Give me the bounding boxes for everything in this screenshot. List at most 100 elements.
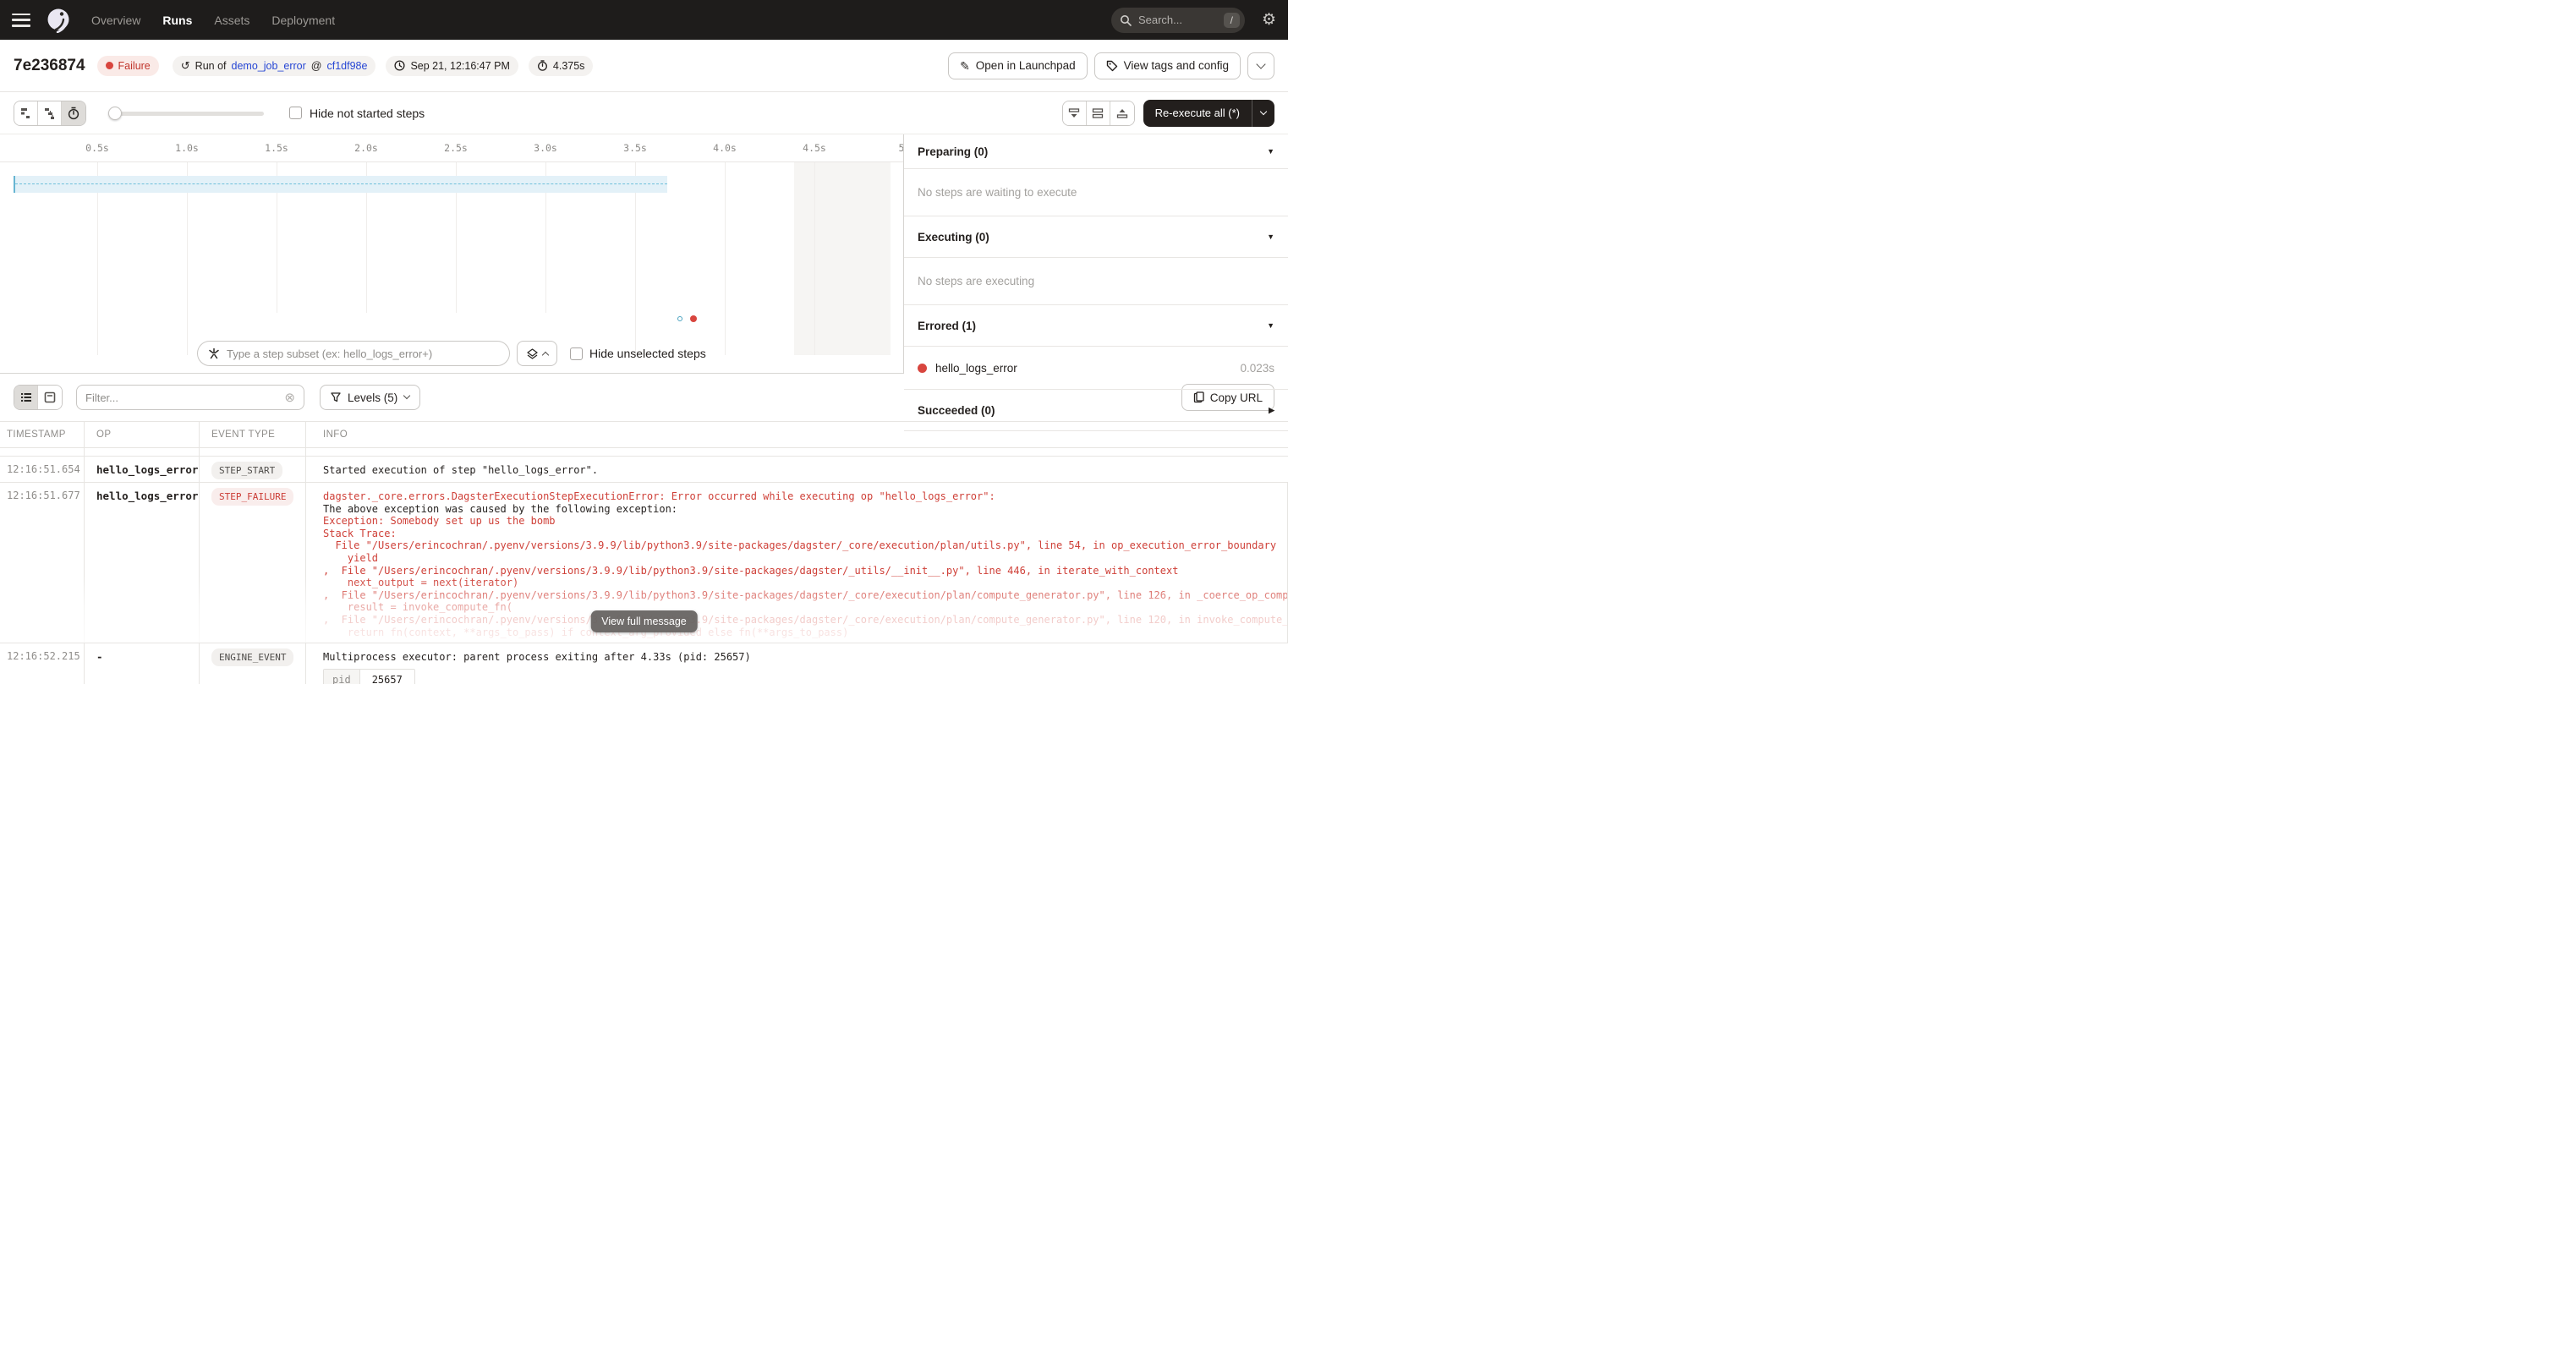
log-op: hello_logs_error: [85, 483, 200, 643]
panel-section-errored[interactable]: Errored (1)▼: [904, 305, 1288, 347]
collapse-down-icon: [1067, 107, 1081, 120]
gantt-toolbar: Hide not started steps Re-execute all (*…: [0, 92, 1288, 134]
log-timestamp: 12:16:52.215: [0, 643, 85, 684]
metadata-value: 25657: [360, 670, 414, 684]
dagster-logo-icon[interactable]: [46, 8, 71, 33]
split-panels-button[interactable]: [1087, 101, 1110, 125]
hide-not-started-checkbox[interactable]: Hide not started steps: [289, 107, 425, 120]
gantt-chart[interactable]: 0.5s 1.0s 1.5s 2.0s 2.5s 3.0s 3.5s 4.0s …: [0, 134, 903, 374]
collapse-panel-button[interactable]: [1063, 101, 1087, 125]
errored-dot-icon: [918, 364, 927, 373]
col-header-info: INFO: [306, 422, 1288, 447]
view-tags-config-button[interactable]: View tags and config: [1094, 52, 1241, 79]
graph-query-toggle-button[interactable]: [517, 341, 557, 366]
levels-dropdown-button[interactable]: Levels (5): [320, 385, 420, 410]
log-structured-view-button[interactable]: [38, 386, 62, 409]
run-actions-dropdown-button[interactable]: [1247, 52, 1274, 79]
panel-executing-message: No steps are executing: [904, 258, 1288, 305]
gantt-overflow-band: [794, 162, 891, 355]
log-timestamp: 12:16:51.677: [0, 483, 85, 643]
errored-step-row[interactable]: hello_logs_error 0.023s: [904, 347, 1288, 390]
step-subset-input[interactable]: [227, 347, 499, 360]
event-metadata-table: pid 25657: [323, 669, 415, 684]
log-timestamp: 12:16:51.654: [0, 457, 85, 483]
expand-panel-button[interactable]: [1110, 101, 1134, 125]
event-type-badge: STEP_START: [211, 462, 282, 479]
gear-icon[interactable]: ⚙: [1262, 12, 1276, 28]
gantt-marker-open-circle[interactable]: [677, 316, 682, 321]
status-dot-icon: [106, 62, 113, 69]
log-row-step-start[interactable]: 12:16:51.654 hello_logs_error STEP_START…: [0, 457, 1288, 483]
gantt-step-bar[interactable]: [14, 176, 667, 193]
reexecute-dropdown-button[interactable]: [1252, 100, 1274, 127]
chevron-up-icon: [541, 352, 548, 358]
view-full-message-button[interactable]: View full message: [590, 610, 698, 632]
axis-tick: 1.0s: [175, 142, 199, 154]
search-shortcut-badge: /: [1224, 13, 1240, 28]
panel-section-preparing[interactable]: Preparing (0)▼: [904, 134, 1288, 169]
log-filter-input[interactable]: [85, 391, 284, 404]
run-start-time-pill: Sep 21, 12:16:47 PM: [386, 56, 518, 76]
gantt-footer: Hide unselected steps: [0, 341, 903, 374]
slider-track: [113, 112, 264, 116]
log-filter-box[interactable]: ⊗: [76, 385, 304, 410]
nav-item-overview[interactable]: Overview: [91, 14, 140, 27]
clear-filter-icon[interactable]: ⊗: [284, 390, 295, 405]
stopwatch-icon: [537, 60, 548, 71]
col-header-timestamp: TIMESTAMP: [0, 422, 85, 447]
open-in-launchpad-button[interactable]: ✎ Open in Launchpad: [948, 52, 1088, 79]
nav-item-assets[interactable]: Assets: [214, 14, 249, 27]
slider-knob[interactable]: [108, 107, 122, 120]
primary-nav: Overview Runs Assets Deployment: [91, 14, 335, 27]
split-horizontal-icon: [1091, 107, 1104, 120]
panel-section-executing[interactable]: Executing (0)▼: [904, 216, 1288, 258]
pencil-icon: ✎: [960, 60, 970, 72]
checkbox-icon[interactable]: [289, 107, 302, 119]
global-search[interactable]: /: [1111, 8, 1245, 33]
chevron-expanded-icon: ▼: [1267, 321, 1274, 330]
axis-tick: 2.0s: [354, 142, 378, 154]
job-name-link[interactable]: demo_job_error: [232, 60, 306, 72]
event-type-badge: STEP_FAILURE: [211, 488, 293, 506]
gantt-zoom-slider[interactable]: [108, 101, 264, 126]
chevron-expanded-icon: ▼: [1267, 233, 1274, 241]
history-icon: ↺: [181, 60, 190, 71]
nav-item-deployment[interactable]: Deployment: [271, 14, 335, 27]
snapshot-id-link[interactable]: cf1df98e: [326, 60, 367, 72]
gantt-marker-failure-dot[interactable]: [690, 315, 697, 322]
gantt-view-mode-group: [14, 101, 86, 126]
reexecute-all-button[interactable]: Re-execute all (*): [1143, 100, 1252, 127]
stack-trace: dagster._core.errors.DagsterExecutionSte…: [323, 490, 1287, 638]
op-selector-icon: [208, 347, 220, 359]
tag-icon: [1106, 60, 1118, 72]
chevron-down-icon: [1260, 107, 1267, 114]
errored-step-name: hello_logs_error: [935, 362, 1017, 375]
log-table-header: TIMESTAMP OP EVENT TYPE INFO: [0, 422, 1288, 448]
log-op: hello_logs_error: [85, 457, 200, 483]
hide-unselected-checkbox[interactable]: [570, 347, 583, 360]
view-mode-waterfall-button[interactable]: [38, 101, 62, 125]
event-type-badge: ENGINE_EVENT: [211, 648, 293, 666]
log-row-engine-event[interactable]: 12:16:52.215 - ENGINE_EVENT Multiprocess…: [0, 643, 1288, 684]
log-table: TIMESTAMP OP EVENT TYPE INFO 12:16:51.65…: [0, 421, 1288, 684]
gantt-step-dashed-line: [15, 183, 667, 184]
log-op: -: [85, 643, 200, 684]
log-row-step-failure[interactable]: 12:16:51.677 hello_logs_error STEP_FAILU…: [0, 483, 1288, 643]
search-input[interactable]: [1138, 14, 1224, 26]
hamburger-menu-icon[interactable]: [12, 14, 30, 27]
view-mode-flat-button[interactable]: [14, 101, 38, 125]
log-view-mode-group: [14, 385, 63, 410]
log-info: Multiprocess executor: parent process ex…: [306, 643, 1288, 684]
axis-tick: 3.5s: [623, 142, 647, 154]
run-status-badge: Failure: [97, 56, 159, 76]
metadata-key: pid: [324, 670, 360, 684]
funnel-icon: [331, 392, 341, 402]
waterfall-gantt-icon: [43, 107, 57, 120]
step-subset-inputbox[interactable]: [197, 341, 510, 366]
log-list-view-button[interactable]: [14, 386, 38, 409]
nav-item-runs[interactable]: Runs: [162, 14, 192, 27]
axis-tick: 2.5s: [444, 142, 468, 154]
axis-tick: 1.5s: [265, 142, 288, 154]
view-mode-timed-button[interactable]: [62, 101, 85, 125]
axis-tick: 0.5s: [85, 142, 109, 154]
